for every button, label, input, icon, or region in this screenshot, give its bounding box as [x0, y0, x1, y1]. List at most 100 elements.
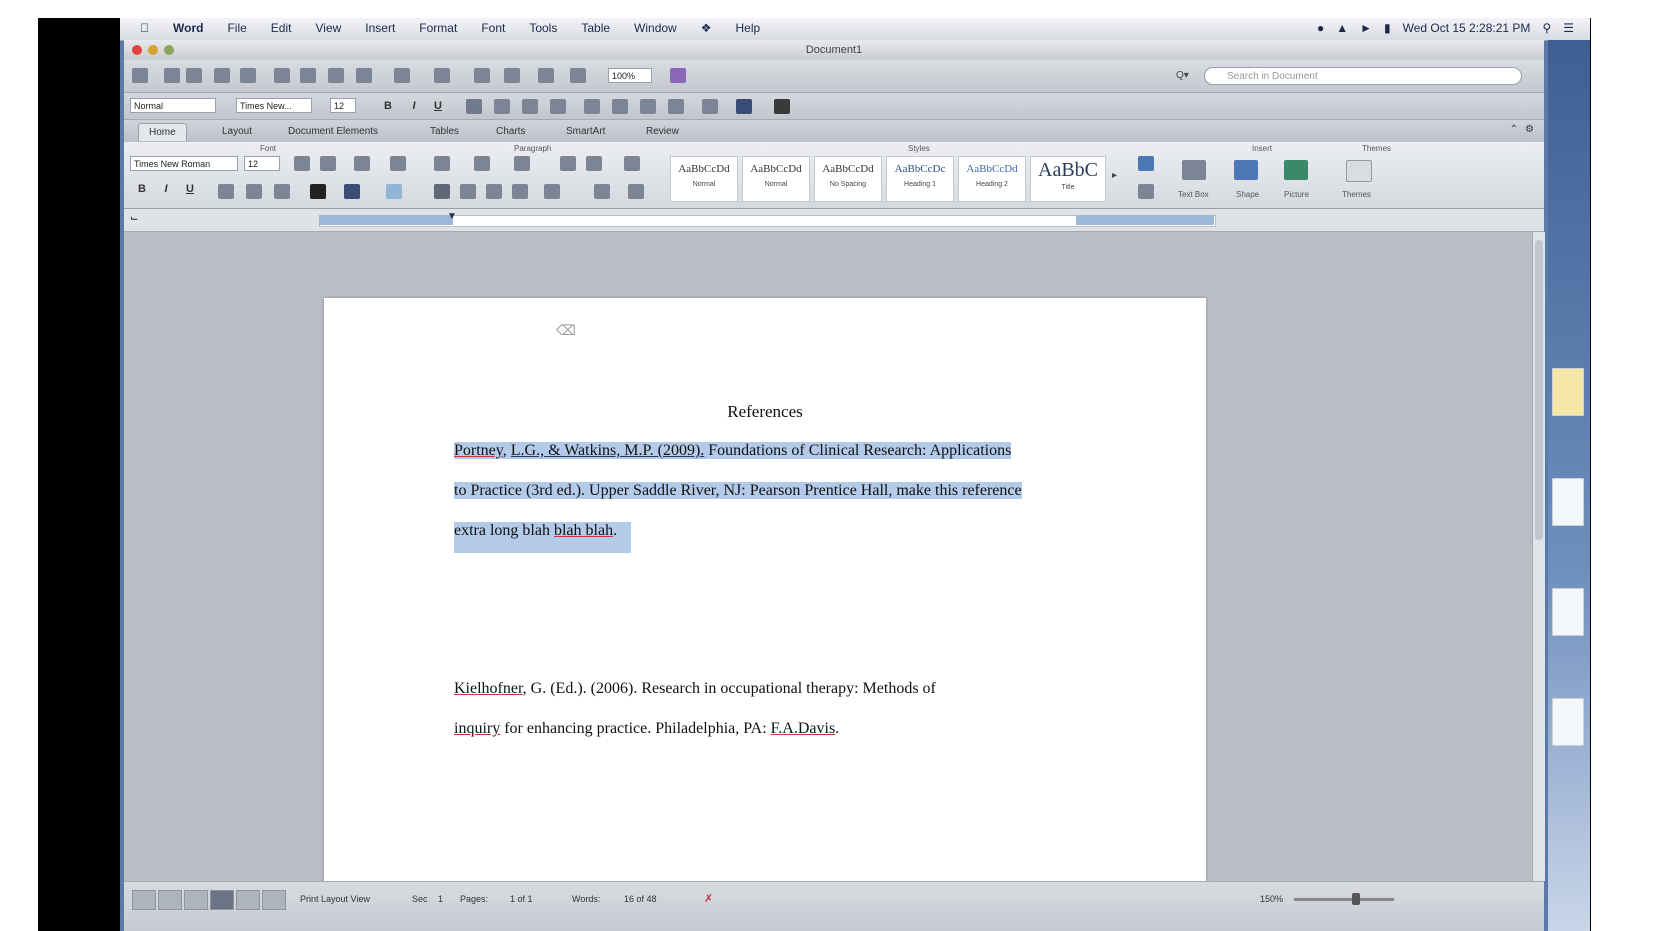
borders-icon[interactable]: [702, 99, 718, 114]
reference-2-line-2[interactable]: inquiry for enhancing practice. Philadel…: [454, 720, 839, 738]
media-browser-icon[interactable]: [538, 68, 554, 83]
scrollbar-thumb[interactable]: [1535, 240, 1543, 540]
tab-home[interactable]: Home: [138, 123, 187, 141]
close-icon[interactable]: [132, 45, 142, 55]
increase-indent-icon[interactable]: [668, 99, 684, 114]
menu-format[interactable]: Format: [407, 21, 469, 35]
shrink-font-icon[interactable]: [320, 156, 336, 171]
desktop-file-icon[interactable]: [1552, 368, 1584, 416]
desktop-file-icon[interactable]: [1552, 588, 1584, 636]
show-formatting-icon[interactable]: [628, 184, 644, 199]
draft-view-button[interactable]: [132, 890, 156, 910]
ribbon-increase-indent-icon[interactable]: [586, 156, 602, 171]
ribbon-font-select[interactable]: Times New Roman: [130, 156, 238, 171]
zoom-select[interactable]: 100%: [608, 68, 652, 83]
search-icon[interactable]: Q▾: [1176, 70, 1189, 81]
align-right-icon[interactable]: [522, 99, 538, 114]
tab-stop-selector-icon[interactable]: ⌙: [130, 213, 138, 224]
grow-font-icon[interactable]: [294, 156, 310, 171]
menu-word[interactable]: Word: [161, 21, 215, 35]
toolbox-icon[interactable]: [570, 68, 586, 83]
menu-table[interactable]: Table: [569, 21, 622, 35]
battery-icon[interactable]: ▮: [1384, 21, 1391, 35]
publishing-view-button[interactable]: [184, 890, 208, 910]
script-menu-icon[interactable]: ❖: [689, 21, 724, 35]
zoom-slider-thumb[interactable]: [1352, 893, 1360, 905]
styles-more-icon[interactable]: ▸: [1112, 170, 1117, 181]
vertical-scrollbar[interactable]: [1532, 232, 1545, 881]
reference-1-line-2[interactable]: to Practice (3rd ed.). Upper Saddle Rive…: [454, 482, 1022, 500]
menu-edit[interactable]: Edit: [259, 21, 304, 35]
menu-window[interactable]: Window: [622, 21, 689, 35]
subscript-icon[interactable]: [274, 184, 290, 199]
print-icon[interactable]: [240, 68, 256, 83]
style-normal-2[interactable]: AaBbCcDd Normal: [742, 156, 810, 202]
notification-icon[interactable]: ☰: [1563, 21, 1574, 35]
collapse-ribbon-icon[interactable]: ⌃: [1510, 124, 1518, 135]
focus-view-button[interactable]: [262, 890, 286, 910]
highlight-icon[interactable]: [736, 99, 752, 114]
style-select[interactable]: Normal: [130, 98, 216, 113]
ribbon-font-size-select[interactable]: 12: [244, 156, 280, 171]
redo-icon[interactable]: [434, 68, 450, 83]
decrease-indent-icon[interactable]: [640, 99, 656, 114]
copy-icon[interactable]: [300, 68, 316, 83]
font-size-select[interactable]: 12: [330, 98, 356, 113]
open-icon[interactable]: [186, 68, 202, 83]
undo-icon[interactable]: [394, 68, 410, 83]
reference-1-line-3[interactable]: extra long blah blah blah.: [454, 522, 632, 553]
spelling-check-icon[interactable]: ✗: [704, 892, 713, 905]
clear-formatting-icon[interactable]: [390, 156, 406, 171]
reference-1-line-1[interactable]: Portney, L.G., & Watkins, M.P. (2009). F…: [454, 442, 1012, 460]
tab-smartart[interactable]: SmartArt: [556, 123, 615, 140]
change-case-icon[interactable]: [354, 156, 370, 171]
style-title[interactable]: AaBbC Title: [1030, 156, 1106, 202]
tab-layout[interactable]: Layout: [212, 123, 262, 140]
numbering-icon[interactable]: [584, 99, 600, 114]
pilcrow-icon[interactable]: [474, 68, 490, 83]
tab-tables[interactable]: Tables: [420, 123, 469, 140]
document-page[interactable]: ⌫ References Portney, L.G., & Watkins, M…: [324, 298, 1206, 898]
ribbon-align-left-icon[interactable]: [434, 184, 450, 199]
wifi-icon[interactable]: ▲: [1336, 21, 1348, 35]
sidebar-icon[interactable]: [504, 68, 520, 83]
align-center-icon[interactable]: [494, 99, 510, 114]
justify-icon[interactable]: [550, 99, 566, 114]
ruler[interactable]: ⌙ ▼: [124, 209, 1544, 232]
menu-insert[interactable]: Insert: [353, 21, 407, 35]
paste-icon[interactable]: [328, 68, 344, 83]
tab-charts[interactable]: Charts: [486, 123, 535, 140]
ribbon-underline-button[interactable]: U: [182, 182, 198, 196]
volume-icon[interactable]: ►: [1360, 21, 1372, 35]
menu-file[interactable]: File: [215, 21, 258, 35]
help-icon[interactable]: [670, 68, 686, 83]
align-left-icon[interactable]: [466, 99, 482, 114]
menu-view[interactable]: View: [303, 21, 353, 35]
reference-2-line-1[interactable]: Kielhofner, G. (Ed.). (2006). Research i…: [454, 680, 936, 698]
ribbon-italic-button[interactable]: I: [158, 182, 174, 196]
styles-pane-icon[interactable]: [1138, 156, 1154, 171]
menu-tools[interactable]: Tools: [517, 21, 569, 35]
format-painter-icon[interactable]: [356, 68, 372, 83]
tab-document-elements[interactable]: Document Elements: [278, 123, 388, 140]
menu-font[interactable]: Font: [469, 21, 517, 35]
ribbon-bold-button[interactable]: B: [134, 182, 150, 196]
strikethrough-icon[interactable]: [218, 184, 234, 199]
ribbon-options-icon[interactable]: ⚙: [1525, 124, 1534, 135]
superscript-icon[interactable]: [246, 184, 262, 199]
sort-icon[interactable]: [624, 156, 640, 171]
style-normal[interactable]: AaBbCcDd Normal: [670, 156, 738, 202]
cut-icon[interactable]: [274, 68, 290, 83]
apple-menu-icon[interactable]: : [128, 21, 161, 35]
indent-marker-icon[interactable]: ▼: [447, 211, 457, 222]
shading-icon[interactable]: [594, 184, 610, 199]
bluetooth-icon[interactable]: ●: [1317, 21, 1324, 35]
ribbon-highlight-icon[interactable]: [344, 184, 360, 199]
ribbon-align-center-icon[interactable]: [460, 184, 476, 199]
outline-view-button[interactable]: [158, 890, 182, 910]
new-document-icon[interactable]: [132, 68, 148, 83]
picture-icon[interactable]: [1284, 160, 1308, 180]
font-color-icon[interactable]: [774, 99, 790, 114]
clock[interactable]: Wed Oct 15 2:28:21 PM: [1403, 21, 1531, 35]
save-icon[interactable]: [214, 68, 230, 83]
